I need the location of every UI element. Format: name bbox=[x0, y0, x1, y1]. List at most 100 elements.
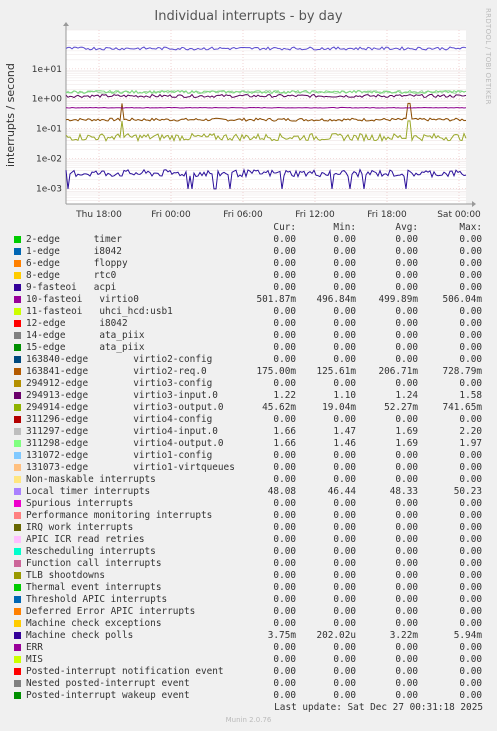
legend-label: Posted-interrupt wakeup event bbox=[26, 690, 190, 701]
legend-cur: 0.00 bbox=[273, 330, 296, 341]
legend-max: 0.00 bbox=[459, 414, 482, 425]
legend-avg: 0.00 bbox=[395, 546, 418, 557]
legend-label: 311298-edge virtio4-output.0 bbox=[26, 438, 224, 449]
y-tick-label: 1e+01 bbox=[32, 65, 62, 75]
legend-cur: 0.00 bbox=[273, 378, 296, 389]
legend-max: 2.20 bbox=[459, 426, 482, 437]
legend-min: 202.02u bbox=[316, 630, 356, 641]
legend-max: 0.00 bbox=[459, 642, 482, 653]
legend-max: 0.00 bbox=[459, 282, 482, 293]
legend-label: TLB shootdowns bbox=[26, 570, 106, 581]
legend-max: 0.00 bbox=[459, 330, 482, 341]
legend-label: ERR bbox=[26, 642, 43, 653]
munin-version: Munin 2.0.76 bbox=[225, 716, 272, 724]
legend-avg: 206.71m bbox=[378, 366, 418, 377]
legend-label: 163840-edge virtio2-config bbox=[26, 354, 213, 365]
legend-label: 131072-edge virtio1-config bbox=[26, 450, 213, 461]
legend-label: 1-edge i8042 bbox=[26, 246, 122, 257]
legend-label: Threshold APIC interrupts bbox=[26, 594, 168, 605]
legend-min: 0.00 bbox=[333, 258, 356, 269]
y-tick-label: 1e-01 bbox=[36, 125, 62, 135]
legend-min: 0.00 bbox=[333, 282, 356, 293]
legend-cur: 3.75m bbox=[267, 630, 296, 641]
legend-max: 0.00 bbox=[459, 318, 482, 329]
legend-avg: 0.00 bbox=[395, 522, 418, 533]
legend-min: 0.00 bbox=[333, 606, 356, 617]
legend-min: 1.47 bbox=[333, 426, 356, 437]
legend-max: 0.00 bbox=[459, 522, 482, 533]
header-avg: Avg: bbox=[395, 222, 418, 233]
legend-min: 0.00 bbox=[333, 378, 356, 389]
legend-swatch bbox=[14, 236, 21, 243]
legend-max: 0.00 bbox=[459, 678, 482, 689]
legend-max: 0.00 bbox=[459, 498, 482, 509]
legend-row: Rescheduling interrupts 0.00 0.00 0.00 0.00 bbox=[0, 546, 497, 558]
legend-max: 0.00 bbox=[459, 342, 482, 353]
legend-label: Thermal event interrupts bbox=[26, 582, 162, 593]
legend-swatch bbox=[14, 464, 21, 471]
legend-max: 0.00 bbox=[459, 570, 482, 581]
legend-row: TLB shootdowns 0.00 0.00 0.00 0.00 bbox=[0, 570, 497, 582]
legend-row: Function call interrupts 0.00 0.00 0.00 0.00 bbox=[0, 558, 497, 570]
legend-max: 0.00 bbox=[459, 558, 482, 569]
legend-avg: 0.00 bbox=[395, 246, 418, 257]
legend-row: 294913-edge virtio3-input.0 1.22 1.10 1.24 1… bbox=[0, 390, 497, 402]
legend-min: 0.00 bbox=[333, 666, 356, 677]
legend-swatch bbox=[14, 536, 21, 543]
legend-label: 15-edge ata_piix bbox=[26, 342, 145, 353]
legend-row: Thermal event interrupts 0.00 0.00 0.00 0.00 bbox=[0, 582, 497, 594]
legend-row: Threshold APIC interrupts 0.00 0.00 0.00 0.0… bbox=[0, 594, 497, 606]
legend-max: 1.58 bbox=[459, 390, 482, 401]
legend-row: Non-maskable interrupts 0.00 0.00 0.00 0.00 bbox=[0, 474, 497, 486]
legend-min: 496.84m bbox=[316, 294, 356, 305]
legend-swatch bbox=[14, 320, 21, 327]
legend-max: 0.00 bbox=[459, 510, 482, 521]
legend-cur: 0.00 bbox=[273, 474, 296, 485]
legend-cur: 45.62m bbox=[262, 402, 296, 413]
legend-min: 0.00 bbox=[333, 522, 356, 533]
legend-avg: 0.00 bbox=[395, 606, 418, 617]
munin-graph: Individual interrupts - by day RRDTOOL /… bbox=[0, 0, 497, 731]
legend-max: 0.00 bbox=[459, 534, 482, 545]
plot-area: 1e+01 1e+00 1e-01 1e-02 1e-03 Thu 18:00 Fri 00… bbox=[32, 22, 481, 220]
legend-swatch bbox=[14, 668, 21, 675]
legend-row: Posted-interrupt wakeup event 0.00 0.00 0.0… bbox=[0, 690, 497, 702]
legend-cur: 0.00 bbox=[273, 510, 296, 521]
legend-row: 15-edge ata_piix 0.00 0.00 0.00 0.00 bbox=[0, 342, 497, 354]
legend-min: 0.00 bbox=[333, 570, 356, 581]
legend-label: 2-edge timer bbox=[26, 234, 122, 245]
legend-max: 0.00 bbox=[459, 474, 482, 485]
legend-label: MIS bbox=[26, 654, 43, 665]
legend-row: 131073-edge virtio1-virtqueues 0.00 0.00 0.… bbox=[0, 462, 497, 474]
legend-label: Spurious interrupts bbox=[26, 498, 134, 509]
legend-avg: 0.00 bbox=[395, 666, 418, 677]
legend-min: 0.00 bbox=[333, 270, 356, 281]
legend-cur: 0.00 bbox=[273, 258, 296, 269]
legend-min: 0.00 bbox=[333, 618, 356, 629]
legend-avg: 0.00 bbox=[395, 498, 418, 509]
legend-cur: 1.22 bbox=[273, 390, 296, 401]
x-tick-label: Thu 18:00 bbox=[75, 210, 122, 220]
legend-avg: 0.00 bbox=[395, 318, 418, 329]
x-tick-label: Sat 00:00 bbox=[437, 210, 481, 220]
legend-swatch bbox=[14, 608, 21, 615]
legend-swatch bbox=[14, 584, 21, 591]
legend-label: APIC ICR read retries bbox=[26, 534, 145, 545]
legend-label: Machine check polls bbox=[26, 630, 134, 641]
legend-swatch bbox=[14, 332, 21, 339]
legend-min: 1.10 bbox=[333, 390, 356, 401]
legend-cur: 0.00 bbox=[273, 666, 296, 677]
legend-swatch bbox=[14, 344, 21, 351]
legend-label: Machine check exceptions bbox=[26, 618, 162, 629]
legend-swatch bbox=[14, 656, 21, 663]
legend-min: 46.44 bbox=[327, 486, 356, 497]
legend-max: 0.00 bbox=[459, 306, 482, 317]
legend-label: 11-fasteoi uhci_hcd:usb1 bbox=[26, 306, 173, 317]
legend-max: 0.00 bbox=[459, 606, 482, 617]
legend-label: 10-fasteoi virtio0 bbox=[26, 294, 139, 305]
legend-row: 131072-edge virtio1-config 0.00 0.00 0.00 0.… bbox=[0, 450, 497, 462]
legend-swatch bbox=[14, 428, 21, 435]
legend-min: 0.00 bbox=[333, 342, 356, 353]
legend-avg: 0.00 bbox=[395, 510, 418, 521]
x-tick-label: Fri 06:00 bbox=[223, 210, 263, 220]
